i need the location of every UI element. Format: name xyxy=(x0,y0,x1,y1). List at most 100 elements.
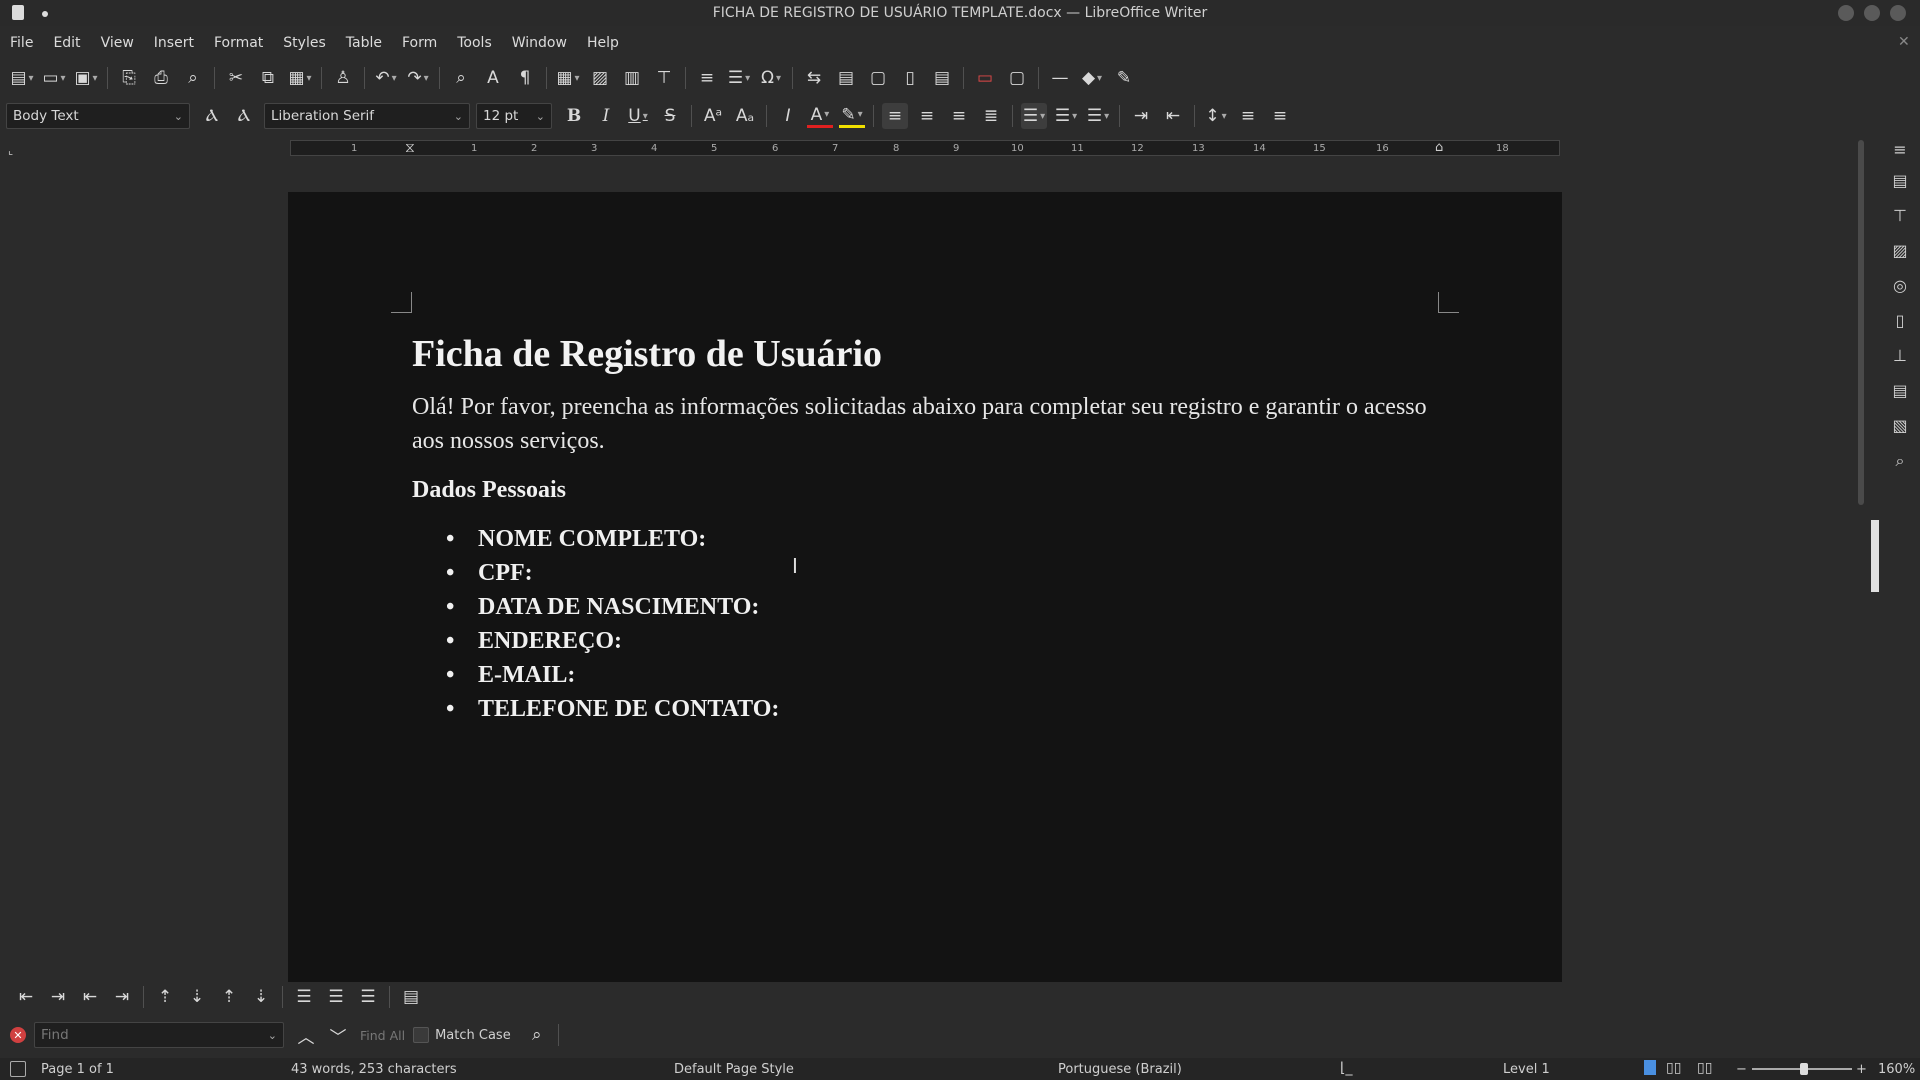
new-document-icon[interactable]: ▤ xyxy=(9,65,35,91)
insert-image-icon[interactable]: ▨ xyxy=(587,65,613,91)
superscript-icon[interactable]: Aᵃ xyxy=(700,103,726,129)
list-item[interactable]: TELEFONE DE CONTATO: xyxy=(438,692,779,726)
save-icon[interactable]: ▣ xyxy=(73,65,99,91)
export-pdf-icon[interactable]: ⎘ xyxy=(116,65,142,91)
find-next-icon[interactable]: ﹀ xyxy=(325,1022,351,1048)
decrease-indent-icon[interactable]: ⇤ xyxy=(1160,103,1186,129)
right-indent-marker-icon[interactable]: ⌂ xyxy=(1435,140,1443,155)
demote-outline-icon[interactable]: ⇥ xyxy=(45,984,71,1010)
bullets-numbering-dialog-icon[interactable]: ▤ xyxy=(398,984,424,1010)
formatting-marks-icon[interactable]: ¶ xyxy=(512,65,538,91)
demote-with-subpoints-icon[interactable]: ⇥ xyxy=(109,984,135,1010)
page-break-icon[interactable]: ≡ xyxy=(694,65,720,91)
insert-chart-icon[interactable]: ▥ xyxy=(619,65,645,91)
move-down-with-subpoints-icon[interactable]: ⇣ xyxy=(248,984,274,1010)
menu-form[interactable]: Form xyxy=(392,35,447,51)
new-style-icon[interactable]: Ⲁ xyxy=(231,103,257,129)
endnote-icon[interactable]: ▢ xyxy=(865,65,891,91)
promote-outline-icon[interactable]: ⇤ xyxy=(13,984,39,1010)
find-input[interactable]: Find ⌄ xyxy=(34,1022,284,1048)
special-character-icon[interactable]: Ω xyxy=(758,65,784,91)
font-size-combo[interactable]: 12 pt ⌄ xyxy=(476,103,552,129)
comment-icon[interactable]: ▭ xyxy=(972,65,998,91)
menu-format[interactable]: Format xyxy=(204,35,273,51)
draw-icon[interactable]: ✎ xyxy=(1111,65,1137,91)
save-status-icon[interactable] xyxy=(10,1061,26,1077)
copy-icon[interactable]: ⧉ xyxy=(255,65,281,91)
zoom-in-icon[interactable]: + xyxy=(1856,1062,1867,1077)
promote-with-subpoints-icon[interactable]: ⇤ xyxy=(77,984,103,1010)
update-style-icon[interactable]: Ⲁ xyxy=(199,103,225,129)
find-replace-dialog-icon[interactable]: ⌕ xyxy=(524,1022,550,1048)
increase-paragraph-spacing-icon[interactable]: ≡ xyxy=(1235,103,1261,129)
numbered-list-icon[interactable]: ☰ xyxy=(1053,103,1079,129)
list-item[interactable]: CPF: xyxy=(438,556,779,590)
menu-file[interactable]: File xyxy=(0,35,43,51)
page-icon[interactable]: ▯ xyxy=(1889,310,1911,332)
list-item[interactable]: ENDEREÇO: xyxy=(438,624,779,658)
document-title[interactable]: Ficha de Registro de Usuário xyxy=(412,332,882,376)
paste-icon[interactable]: ▦ xyxy=(287,65,313,91)
section-heading[interactable]: Dados Pessoais xyxy=(412,477,566,504)
list-item[interactable]: DATA DE NASCIMENTO: xyxy=(438,590,779,624)
close-window-button[interactable] xyxy=(1890,5,1906,21)
menu-table[interactable]: Table xyxy=(336,35,392,51)
menu-insert[interactable]: Insert xyxy=(144,35,204,51)
undo-icon[interactable]: ↶ xyxy=(373,65,399,91)
find-icon[interactable]: ⌕ xyxy=(1889,450,1911,472)
line-spacing-icon[interactable]: ↕ xyxy=(1203,103,1229,129)
tab-stop-icon[interactable]: ⌞ xyxy=(8,144,13,157)
zoom-slider-thumb[interactable] xyxy=(1800,1063,1808,1075)
bullet-list-icon[interactable]: ☰ xyxy=(1021,103,1047,129)
menu-view[interactable]: View xyxy=(91,35,144,51)
selection-mode-icon[interactable]: ⌊_ xyxy=(1340,1060,1352,1076)
cut-icon[interactable]: ✂ xyxy=(223,65,249,91)
decrease-paragraph-spacing-icon[interactable]: ≡ xyxy=(1267,103,1293,129)
find-previous-icon[interactable]: ︿ xyxy=(293,1022,319,1048)
menu-styles[interactable]: Styles xyxy=(273,35,335,51)
insert-unnumbered-entry-icon[interactable]: ☰ xyxy=(291,984,317,1010)
menu-window[interactable]: Window xyxy=(502,35,577,51)
align-center-icon[interactable]: ≡ xyxy=(914,103,940,129)
insert-line-icon[interactable]: — xyxy=(1047,65,1073,91)
move-up-with-subpoints-icon[interactable]: ⇡ xyxy=(216,984,242,1010)
gallery-icon[interactable]: ▨ xyxy=(1889,240,1911,262)
menu-help[interactable]: Help xyxy=(577,35,629,51)
move-item-up-icon[interactable]: ⇡ xyxy=(152,984,178,1010)
sidebar-menu-icon[interactable]: ≡ xyxy=(1889,139,1911,161)
spelling-icon[interactable]: A xyxy=(480,65,506,91)
style-inspector-icon[interactable]: ⊥ xyxy=(1889,345,1911,367)
track-changes-icon[interactable]: ▢ xyxy=(1004,65,1030,91)
outline-list-icon[interactable]: ☰ xyxy=(1085,103,1111,129)
clear-formatting-icon[interactable]: I xyxy=(775,103,801,129)
justify-icon[interactable]: ≣ xyxy=(978,103,1004,129)
navigator-icon[interactable]: ◎ xyxy=(1889,275,1911,297)
maximize-button[interactable] xyxy=(1864,5,1880,21)
styles-icon[interactable]: ⊤ xyxy=(1889,205,1911,227)
match-case-checkbox[interactable] xyxy=(413,1027,430,1043)
properties-icon[interactable]: ▤ xyxy=(1889,170,1911,192)
align-right-icon[interactable]: ≡ xyxy=(946,103,972,129)
redo-icon[interactable]: ↷ xyxy=(405,65,431,91)
horizontal-ruler[interactable]: 1 ⧖ 1 2 3 4 5 6 7 8 9 10 11 12 13 14 15 … xyxy=(290,140,1560,156)
bookmark-icon[interactable]: ▯ xyxy=(897,65,923,91)
clone-formatting-icon[interactable]: ♙ xyxy=(330,65,356,91)
italic-icon[interactable]: I xyxy=(593,103,619,129)
find-replace-icon[interactable]: ⌕ xyxy=(448,65,474,91)
list-item[interactable]: NOME COMPLETO: xyxy=(438,522,779,556)
close-document-icon[interactable]: ✕ xyxy=(1898,34,1910,50)
basic-shapes-icon[interactable]: ◆ xyxy=(1079,65,1105,91)
design-icon[interactable]: ▧ xyxy=(1889,415,1911,437)
align-left-icon[interactable]: ≡ xyxy=(882,103,908,129)
restart-numbering-icon[interactable]: ☰ xyxy=(323,984,349,1010)
paragraph-style-combo[interactable]: Body Text ⌄ xyxy=(6,103,190,129)
document-intro[interactable]: Olá! Por favor, preencha as informações … xyxy=(412,390,1432,458)
multi-page-view-icon[interactable]: ▯▯ xyxy=(1666,1060,1681,1076)
list-item[interactable]: E-MAIL: xyxy=(438,658,779,692)
zoom-out-icon[interactable]: − xyxy=(1736,1062,1747,1077)
indent-marker-icon[interactable]: ⧖ xyxy=(405,140,415,156)
insert-field-icon[interactable]: ☰ xyxy=(726,65,752,91)
footnote-icon[interactable]: ▤ xyxy=(833,65,859,91)
highlight-color-icon[interactable]: ✎ xyxy=(839,105,865,128)
menu-tools[interactable]: Tools xyxy=(447,35,502,51)
